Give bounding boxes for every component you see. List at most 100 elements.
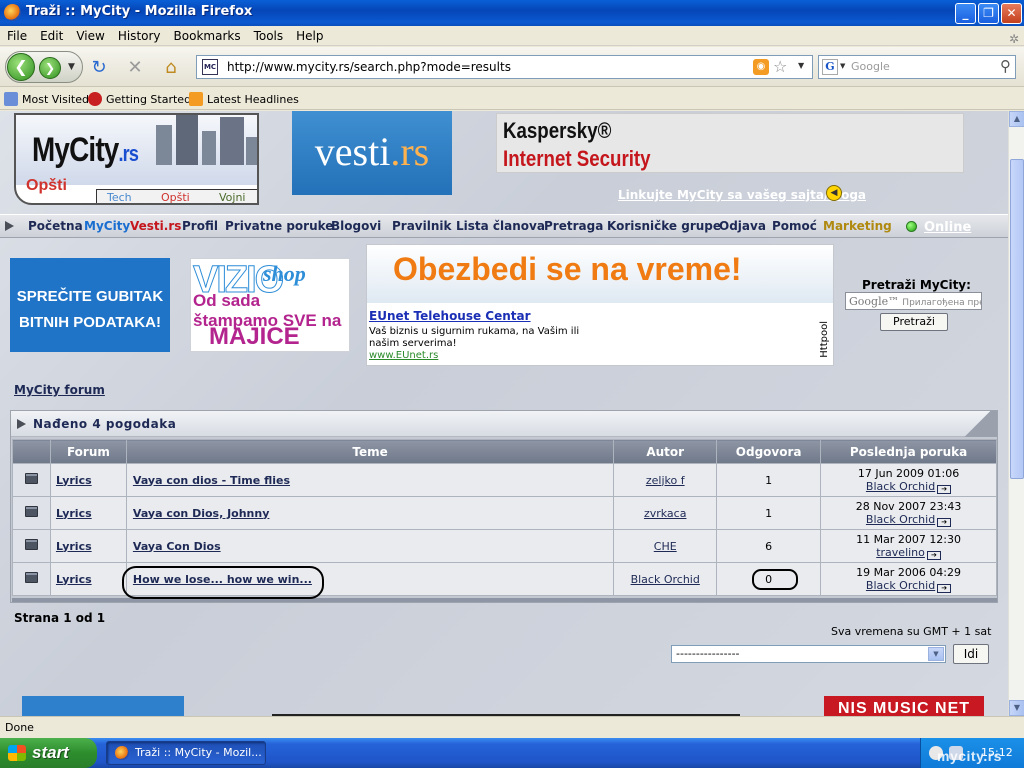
row-last-user[interactable]: Black Orchid — [866, 579, 935, 592]
nav-korisnicke-grupe[interactable]: Korisničke grupe — [607, 219, 721, 233]
menu-tools[interactable]: Tools — [247, 26, 290, 43]
row-author-link[interactable]: CHE — [613, 529, 718, 563]
go-to-post-icon[interactable]: ➔ — [926, 550, 941, 560]
jump-go-button[interactable]: Idi — [953, 644, 989, 664]
nav-privatne-poruke[interactable]: Privatne poruke — [225, 219, 333, 233]
status-text: Done — [5, 721, 34, 734]
menu-bookmarks[interactable]: Bookmarks — [167, 26, 247, 43]
forward-button[interactable]: ❯ — [39, 57, 61, 79]
results-title: Nađeno 4 pogodaka — [33, 417, 177, 431]
bottom-ad-nis-music[interactable]: NIS MUSIC NET — [824, 696, 984, 716]
site-search-input[interactable]: Google™ Прилагођена претрага — [845, 292, 982, 310]
nav-lista-clanova[interactable]: Lista članova — [456, 219, 545, 233]
ad-vizio-shop[interactable]: VIZIO shop Od sada štampamo SVE na MAJICE — [190, 258, 350, 352]
row-topic-link[interactable]: Vaya con Dios, Johnny — [133, 507, 270, 520]
forum-jump-select[interactable]: ---------------- ▼ — [671, 645, 946, 663]
nav-pomoc[interactable]: Pomoć — [772, 219, 817, 233]
navigation-toolbar: ❮ ❯ ▼ ↻ ✕ ⌂ MC http://www.mycity.rs/sear… — [0, 47, 1024, 87]
bookmark-most-visited[interactable]: Most Visited — [4, 92, 89, 106]
row-topic-link[interactable]: Vaya con dios - Time flies — [133, 474, 290, 487]
bookmark-latest-headlines[interactable]: Latest Headlines — [189, 92, 299, 106]
vertical-scrollbar[interactable]: ▲ ▼ — [1008, 111, 1024, 716]
home-icon[interactable]: ⌂ — [160, 57, 182, 79]
ad-eunet-url[interactable]: www.EUnet.rs — [369, 350, 438, 361]
row-topic-link[interactable]: Vaya Con Dios — [133, 540, 221, 553]
url-input[interactable]: http://www.mycity.rs/search.php?mode=res… — [227, 60, 511, 74]
start-button[interactable]: start — [0, 738, 97, 768]
web-search-input[interactable]: Google — [851, 60, 890, 73]
url-bar[interactable]: MC http://www.mycity.rs/search.php?mode=… — [196, 55, 813, 79]
row-forum-link[interactable]: Lyrics — [49, 496, 127, 530]
ad-eunet-link[interactable]: EUnet Telehouse Centar — [369, 309, 531, 323]
logo-tab-vojni[interactable]: Vojni — [219, 191, 246, 203]
kaspersky-product: Internet Security — [503, 146, 651, 171]
nav-blogovi[interactable]: Blogovi — [331, 219, 381, 233]
row-last-user[interactable]: travelino — [876, 546, 925, 559]
taskbar-firefox-task[interactable]: Traži :: MyCity - Mozil... — [106, 741, 266, 765]
search-icon[interactable]: ⚲ — [1000, 57, 1011, 75]
web-search-bar[interactable]: G ▼ Google ⚲ — [818, 55, 1016, 79]
row-author-link[interactable]: zvrkaca — [613, 496, 718, 530]
nav-mycity[interactable]: MyCity — [84, 219, 130, 233]
bookmark-star-icon[interactable]: ☆ — [773, 57, 787, 76]
row-author-link[interactable]: zeljko f — [613, 463, 718, 497]
stop-icon[interactable]: ✕ — [124, 57, 146, 79]
scroll-down-icon[interactable]: ▼ — [1009, 700, 1024, 716]
window-title: Traži :: MyCity - Mozilla Firefox — [26, 4, 253, 19]
go-to-post-icon[interactable]: ➔ — [937, 583, 952, 593]
chevron-down-icon[interactable]: ▼ — [928, 647, 944, 661]
row-forum-link[interactable]: Lyrics — [49, 463, 127, 497]
google-engine-icon[interactable]: G — [822, 59, 838, 75]
row-last-user[interactable]: Black Orchid — [866, 513, 935, 526]
go-to-post-icon[interactable]: ➔ — [937, 517, 952, 527]
arrow-left-icon[interactable]: ◀ — [826, 185, 842, 201]
nav-pretraga[interactable]: Pretraga — [544, 219, 603, 233]
row-forum-link[interactable]: Lyrics — [49, 562, 127, 596]
nav-pocetna[interactable]: Početna — [28, 219, 83, 233]
menu-view[interactable]: View — [69, 26, 110, 43]
menu-edit[interactable]: Edit — [33, 26, 69, 43]
row-last-user[interactable]: Black Orchid — [866, 480, 935, 493]
minimize-button[interactable]: _ — [955, 3, 976, 24]
site-search-title: Pretraži MyCity: — [862, 278, 971, 292]
rss-feed-icon[interactable]: ◉ — [753, 59, 769, 75]
menu-history[interactable]: History — [111, 26, 167, 43]
back-button[interactable]: ❮ — [7, 53, 35, 81]
site-favicon: MC — [202, 59, 218, 75]
bottom-ad-left[interactable] — [22, 696, 184, 716]
breadcrumb[interactable]: MyCity forum — [14, 383, 105, 397]
scroll-up-icon[interactable]: ▲ — [1009, 111, 1024, 127]
maximize-button[interactable]: ❐ — [978, 3, 999, 24]
logo-name: MyCity.rs — [32, 131, 139, 169]
row-author-link[interactable]: Black Orchid — [613, 562, 718, 596]
scroll-thumb[interactable] — [1010, 159, 1024, 479]
nav-online[interactable]: Online — [924, 220, 971, 235]
bookmark-getting-started[interactable]: Getting Started — [88, 92, 191, 106]
go-to-post-icon[interactable]: ➔ — [937, 484, 952, 494]
window-titlebar[interactable]: Traži :: MyCity - Mozilla Firefox _ ❐ ✕ — [0, 0, 1024, 26]
site-search-button[interactable]: Pretraži — [880, 313, 948, 331]
nav-profil[interactable]: Profil — [182, 219, 218, 233]
ad-eunet[interactable]: Obezbedi se na vreme! EUnet Telehouse Ce… — [366, 244, 834, 366]
vesti-banner[interactable]: vesti.rs — [292, 111, 452, 195]
history-dropdown-icon[interactable]: ▼ — [68, 62, 75, 72]
close-button[interactable]: ✕ — [1001, 3, 1022, 24]
timezone-note: Sva vremena su GMT + 1 sat — [831, 625, 992, 638]
col-poslednja-poruka: Poslednja poruka — [820, 439, 997, 464]
logo-tab-tech[interactable]: Tech — [107, 191, 132, 203]
kaspersky-banner[interactable]: Kaspersky® Internet Security — [496, 113, 964, 173]
row-forum-link[interactable]: Lyrics — [49, 529, 127, 563]
engine-dropdown-icon[interactable]: ▼ — [840, 62, 845, 70]
windows-flag-icon — [8, 745, 26, 761]
nav-pravilnik[interactable]: Pravilnik — [392, 219, 452, 233]
nav-vesti[interactable]: Vesti.rs — [130, 219, 181, 233]
ad-data-loss[interactable]: SPREČITE GUBITAK BITNIH PODATAKA! — [10, 258, 170, 352]
nav-odjava[interactable]: Odjava — [719, 219, 766, 233]
logo-tab-opsti[interactable]: Opšti — [161, 191, 190, 203]
nav-marketing[interactable]: Marketing — [823, 219, 892, 233]
mycity-logo[interactable]: MyCity.rs Opšti Tech Opšti Vojni — [14, 113, 259, 205]
menu-file[interactable]: File — [0, 26, 33, 43]
menu-help[interactable]: Help — [289, 26, 329, 43]
url-dropdown-icon[interactable]: ▼ — [798, 61, 804, 70]
reload-icon[interactable]: ↻ — [88, 57, 110, 79]
